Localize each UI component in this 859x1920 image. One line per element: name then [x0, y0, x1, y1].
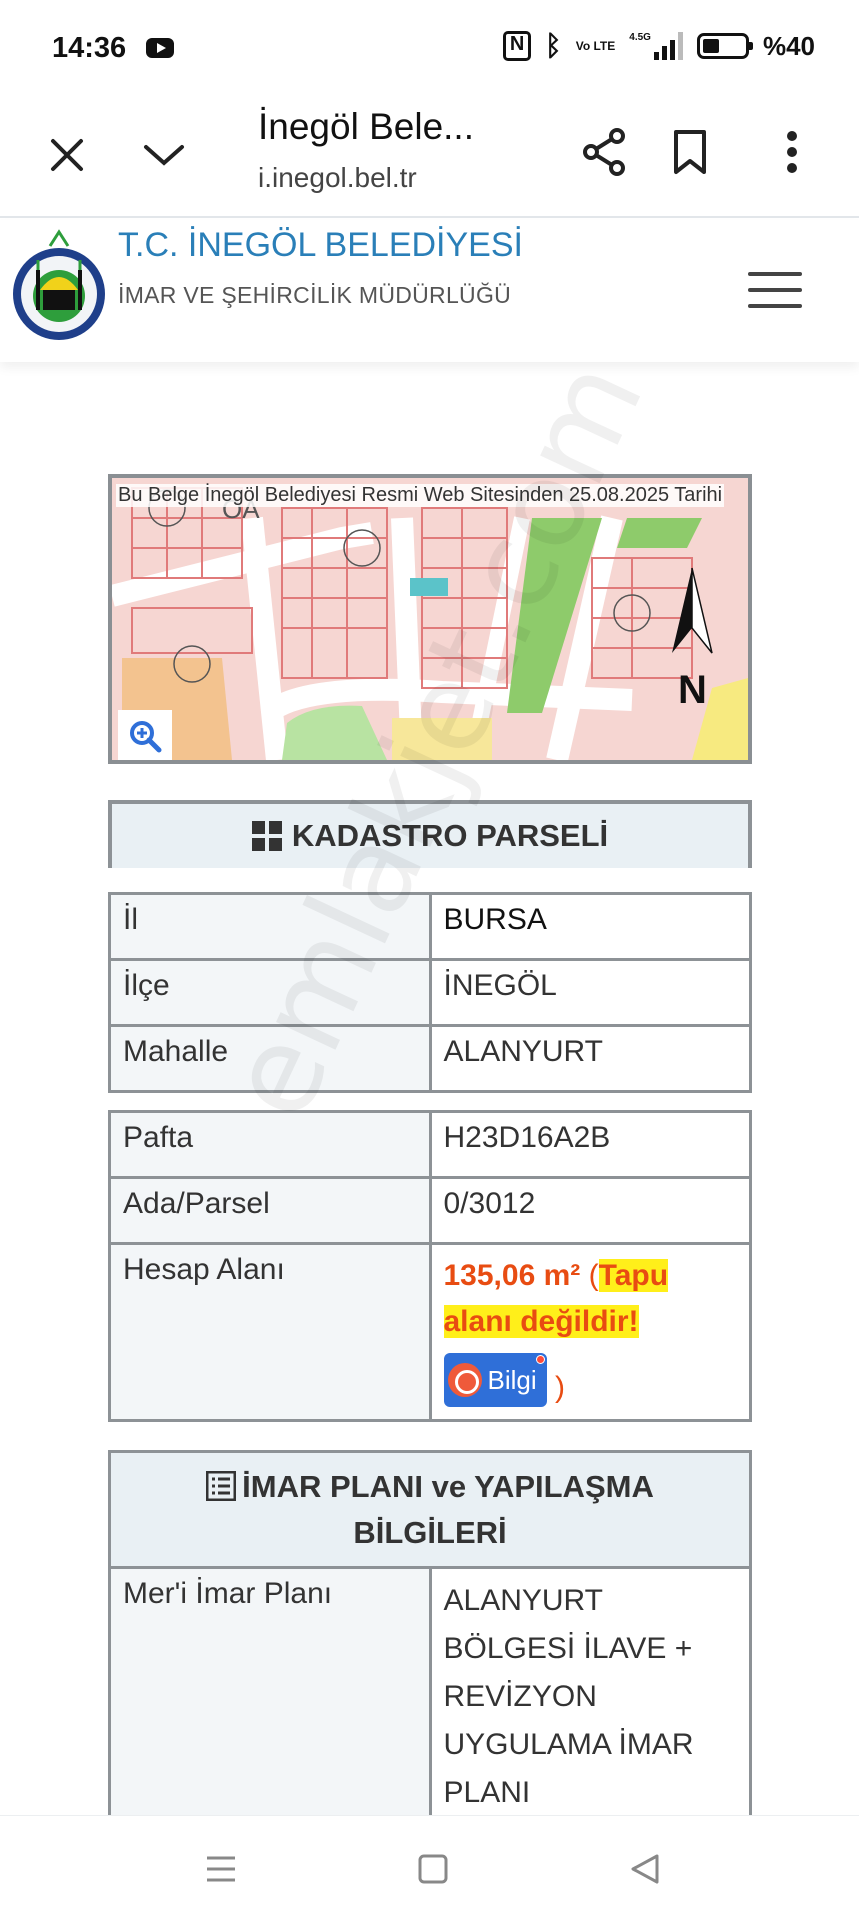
zoom-in-icon [130, 721, 162, 753]
area-value: 135,06 m² [443, 1259, 581, 1292]
bilgi-label: Bilgi [487, 1365, 537, 1395]
row-value: 0/3012 [428, 1176, 752, 1245]
tab-title: İnegöl Bele... [258, 106, 474, 147]
row-label: Mer'i İmar Planı [108, 1566, 432, 1829]
row-label: Pafta [108, 1110, 432, 1179]
bookmark-button[interactable] [660, 122, 720, 182]
table-row: Ada/Parsel 0/3012 [108, 1176, 752, 1245]
parcel-table-card: Pafta H23D16A2B Ada/Parsel 0/3012 Hesap … [108, 1110, 752, 1422]
tab-url[interactable]: i.inegol.bel.tr [258, 162, 417, 194]
row-label: Hesap Alanı [108, 1242, 432, 1422]
status-time: 14:36 [52, 32, 127, 64]
table-row: Hesap Alanı 135,06 m² (Tapu alanı değild… [108, 1242, 752, 1422]
list-icon [205, 1470, 237, 1501]
close-tab-button[interactable] [40, 128, 94, 182]
row-value: İNEGÖL [428, 958, 752, 1027]
north-label: N [678, 668, 707, 712]
close-paren: ) [554, 1371, 565, 1404]
more-options-button[interactable] [762, 122, 822, 182]
recent-apps-button[interactable] [196, 1844, 246, 1894]
zoom-button[interactable] [118, 710, 172, 760]
bookmark-icon [674, 130, 706, 174]
site-subtitle: İMAR VE ŞEHİRCİLİK MÜDÜRLÜĞÜ [118, 282, 512, 308]
row-value: ALANYURT [428, 1024, 752, 1093]
site-title[interactable]: T.C. İNEGÖL BELEDİYESİ [118, 226, 523, 265]
menu-icon [207, 1856, 235, 1882]
parcel-table: Pafta H23D16A2B Ada/Parsel 0/3012 Hesap … [108, 1110, 752, 1422]
grid-icon [251, 821, 282, 851]
status-icons: ᛒ Vo LTE 4.5G %40 [502, 30, 815, 62]
imar-table: İMAR PLANI ve YAPILAŞMA BİLGİLERİ Mer'i … [108, 1450, 752, 1829]
back-button[interactable] [620, 1844, 670, 1894]
table-row: Mer'i İmar Planı ALANYURT BÖLGESİ İLAVE … [108, 1566, 752, 1829]
share-icon [583, 128, 625, 176]
site-header: T.C. İNEGÖL BELEDİYESİ İMAR VE ŞEHİRCİLİ… [0, 220, 859, 362]
battery-level: %40 [762, 30, 815, 61]
browser-toolbar: İnegöl Bele... i.inegol.bel.tr [0, 100, 859, 218]
map-caption: Bu Belge İnegöl Belediyesi Resmi Web Sit… [116, 484, 725, 507]
menu-button[interactable] [748, 272, 804, 312]
open-paren: ( [588, 1259, 599, 1292]
globe-icon [447, 1363, 482, 1397]
minimize-button[interactable] [134, 128, 194, 182]
bluetooth-icon: ᛒ [544, 30, 562, 61]
status-bar: 14:36 ᛒ Vo LTE 4.5G %40 [0, 0, 859, 100]
bilgi-button[interactable]: Bilgi [443, 1353, 547, 1407]
system-nav-bar [0, 1815, 859, 1920]
row-label: Ada/Parsel [108, 1176, 432, 1245]
location-table-card: İl BURSA İlçe İNEGÖL Mahalle ALANYURT [108, 892, 752, 1093]
imar-title: İMAR PLANI ve YAPILAŞMA BİLGİLERİ [242, 1468, 654, 1550]
volte-icon: Vo LTE [575, 39, 616, 53]
signal-icon: 4.5G [629, 32, 683, 60]
imar-header-row: İMAR PLANI ve YAPILAŞMA BİLGİLERİ [108, 1450, 752, 1569]
close-icon [51, 139, 83, 171]
imar-header: İMAR PLANI ve YAPILAŞMA BİLGİLERİ [108, 1450, 752, 1569]
municipality-logo[interactable] [10, 228, 108, 346]
row-value: ALANYURT BÖLGESİ İLAVE + REVİZYON UYGULA… [428, 1566, 752, 1829]
location-table: İl BURSA İlçe İNEGÖL Mahalle ALANYURT [108, 892, 752, 1093]
table-row: Pafta H23D16A2B [108, 1110, 752, 1179]
chevron-down-icon [144, 145, 184, 166]
row-value: H23D16A2B [428, 1110, 752, 1179]
notification-dot [535, 1355, 545, 1364]
table-row: İlçe İNEGÖL [108, 958, 752, 1027]
back-triangle-icon [631, 1854, 659, 1884]
youtube-icon [146, 38, 174, 58]
more-vertical-icon [787, 131, 797, 173]
row-value: BURSA [428, 892, 752, 961]
share-button[interactable] [574, 122, 634, 182]
hesap-alani-cell: 135,06 m² (Tapu alanı değildir! Bilgi ) [428, 1242, 752, 1422]
nfc-icon [502, 31, 531, 61]
square-icon [418, 1854, 448, 1884]
battery-icon [696, 33, 753, 59]
imar-table-card: İMAR PLANI ve YAPILAŞMA BİLGİLERİ Mer'i … [108, 1450, 752, 1829]
home-button[interactable] [408, 1844, 458, 1894]
